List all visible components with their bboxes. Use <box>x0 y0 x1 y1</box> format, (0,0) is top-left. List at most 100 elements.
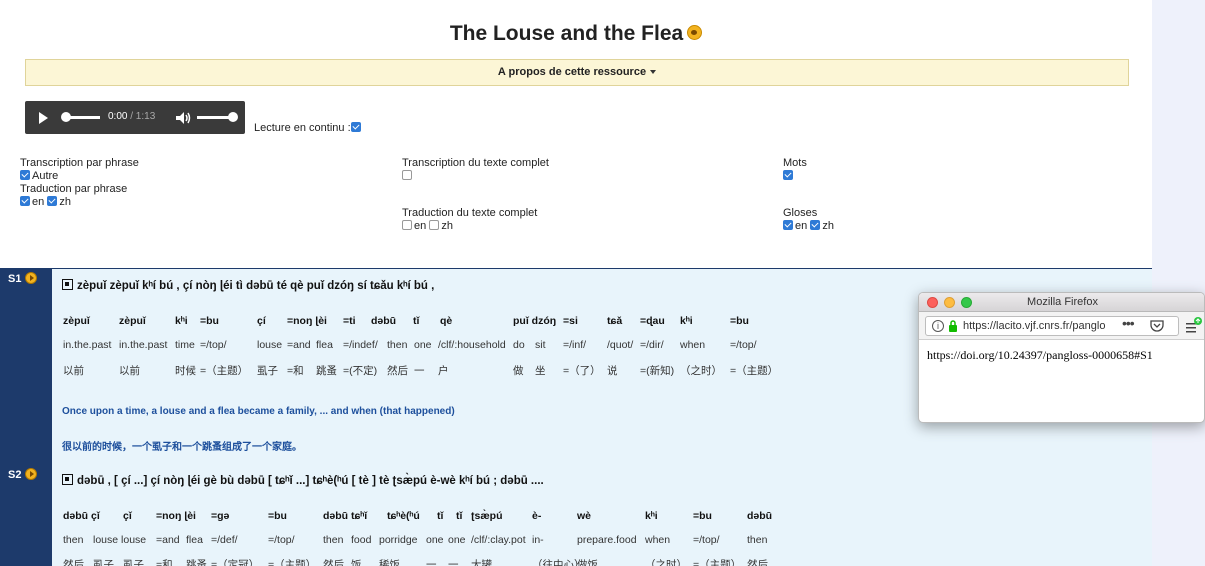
word-zh: =和 <box>156 559 173 566</box>
firefox-popup-window: Mozilla Firefox i https://lacito.vjf.cnr… <box>918 292 1205 423</box>
word-ipa: ʈsæ̀pú <box>471 510 503 522</box>
page-actions-icon[interactable]: ••• <box>1122 314 1135 332</box>
word-zh: =（定冠） <box>211 559 260 566</box>
checkbox-en[interactable] <box>402 220 412 230</box>
pocket-icon[interactable] <box>1150 320 1164 332</box>
option-transcription-phrase: Transcription par phrase Autre Traductio… <box>20 157 139 209</box>
progress-knob[interactable] <box>61 112 71 122</box>
word-gloss: porridge <box>379 534 418 546</box>
option-gloses: Gloses en zh <box>783 207 834 233</box>
word-zh: =和 <box>287 365 304 377</box>
word-ipa: puǐ dzóŋ <box>513 315 557 327</box>
word-zh: 跳蚤 <box>316 365 337 377</box>
checkbox-label: Autre <box>32 170 59 182</box>
word-gloss: then <box>387 339 408 351</box>
volume-knob[interactable] <box>228 112 238 122</box>
checkbox-en[interactable] <box>20 196 30 206</box>
word-zh: 说 <box>607 365 618 377</box>
word-zh: 做饭 <box>577 559 598 566</box>
word-gloss: then <box>63 534 84 546</box>
word-zh: 大罐 <box>471 559 492 566</box>
caret-down-icon <box>650 70 657 75</box>
word-ipa: qè <box>440 315 453 327</box>
play-icon[interactable] <box>39 112 48 124</box>
word-zh: 然后 <box>747 559 768 566</box>
word-ipa: dəbū çǐ <box>63 510 100 522</box>
checkbox-en[interactable] <box>783 220 793 230</box>
word-gloss: flea <box>186 534 203 546</box>
stop-icon[interactable] <box>62 474 73 485</box>
checkbox-transcription-full[interactable] <box>402 170 412 180</box>
checkbox-autre[interactable] <box>20 170 30 180</box>
word-zh: =（主题） <box>730 365 779 377</box>
word-gloss: =/top/ <box>200 339 227 351</box>
word-ipa: zèpuǐ <box>63 315 90 327</box>
audio-play-icon[interactable] <box>687 24 703 40</box>
checkbox-zh[interactable] <box>429 220 440 230</box>
word-ipa: çí <box>257 315 266 327</box>
word-gloss: =/indef/ <box>343 339 378 351</box>
translation-zh: 很以前的时候，一个虱子和一个跳蚤组成了一个家庭。 <box>62 442 302 453</box>
word-gloss: =and <box>287 339 311 351</box>
time-display: 0:00 / 1:13 <box>108 111 156 122</box>
word-gloss: when <box>680 339 706 351</box>
word-zh: 以前 <box>63 365 84 377</box>
url-bar[interactable]: i https://lacito.vjf.cnrs.fr/panglo ••• <box>925 314 1179 336</box>
word-gloss: louse <box>257 339 283 351</box>
word-gloss: =/dir/ <box>640 339 664 351</box>
window-titlebar: Mozilla Firefox <box>919 293 1204 312</box>
title-text: The Louse and the Flea <box>449 22 684 45</box>
checkbox-zh[interactable] <box>810 220 821 230</box>
word-gloss: do <box>513 339 525 351</box>
word-zh: =（主题） <box>200 365 249 377</box>
word-zh: 然后 <box>387 365 408 377</box>
word-gloss: =/def/ <box>211 534 238 546</box>
sentence-label: S2 <box>8 468 38 481</box>
audio-player: 0:00 / 1:13 <box>25 101 245 134</box>
word-ipa: =noŋ ɭèi <box>287 315 327 327</box>
word-gloss: one <box>414 339 432 351</box>
option-transcription-full: Transcription du texte complet <box>402 157 549 183</box>
checkbox-label: zh <box>441 220 453 232</box>
word-zh: =(新知) <box>640 365 675 377</box>
option-traduction-full: Traduction du texte complet en zh <box>402 207 537 233</box>
word-ipa: tǐ <box>456 510 463 522</box>
word-zh: 一 <box>426 559 437 566</box>
sentence-label: S1 <box>8 272 38 285</box>
word-gloss: in.the.past <box>119 339 168 351</box>
volume-icon[interactable] <box>176 112 192 124</box>
word-ipa: tɕʰè(ʰú <box>387 510 420 522</box>
checkbox-label: en <box>32 196 45 208</box>
word-ipa: =bu <box>693 510 712 522</box>
word-ipa: dəbū tɕʰǐ <box>323 510 368 522</box>
word-gloss: /clf/:clay.pot <box>471 534 526 546</box>
word-zh: =（主题） <box>268 559 317 566</box>
word-gloss: =/top/ <box>730 339 757 351</box>
info-icon[interactable]: i <box>932 320 944 332</box>
word-zh: 一 <box>448 559 459 566</box>
word-zh: 跳蚤 <box>186 559 207 566</box>
word-ipa: tǐ <box>437 510 444 522</box>
word-zh: 一 <box>414 365 425 377</box>
checkbox-mots[interactable] <box>783 170 793 180</box>
word-zh: 稀饭 <box>379 559 400 566</box>
word-ipa: kʰi <box>680 315 693 327</box>
continuous-checkbox[interactable] <box>350 122 361 132</box>
page-title: The Louse and the Flea <box>0 22 1152 46</box>
sentence-play-icon[interactable] <box>25 468 38 480</box>
word-gloss: /clf/:household <box>438 339 506 351</box>
checkbox-zh[interactable] <box>47 196 58 206</box>
word-ipa: =bu <box>268 510 287 522</box>
menu-update-icon[interactable] <box>1185 316 1203 334</box>
word-zh: 虱子 <box>123 559 144 566</box>
about-resource-toggle[interactable]: A propos de cette ressource <box>25 59 1129 86</box>
lock-icon <box>949 320 957 332</box>
stop-icon[interactable] <box>62 279 73 290</box>
word-ipa: è- <box>532 510 542 522</box>
word-gloss: food <box>351 534 372 546</box>
word-ipa: =ti <box>343 315 356 327</box>
word-ipa: kʰi <box>175 315 188 327</box>
checkbox-label: zh <box>822 220 834 232</box>
word-gloss: =/top/ <box>693 534 720 546</box>
sentence-play-icon[interactable] <box>25 272 38 284</box>
